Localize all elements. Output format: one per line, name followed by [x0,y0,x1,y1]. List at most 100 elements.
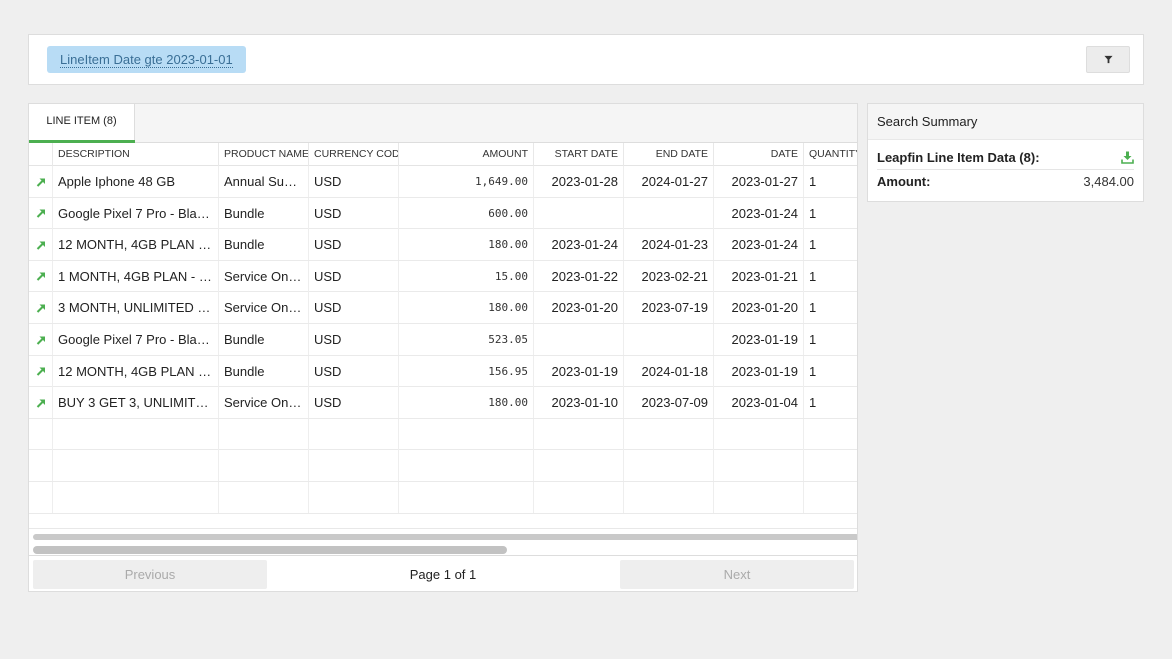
row-open-cell[interactable] [29,197,53,229]
empty-cell [219,450,309,482]
start-cell [534,324,624,355]
description-header[interactable]: DESCRIPTION [53,143,219,166]
empty-cell [714,450,804,482]
download-icon[interactable] [1121,151,1134,164]
date-cell: 2023-01-19 [714,324,804,355]
product-cell: Bundle [219,355,309,387]
empty-cell [309,418,399,450]
amount-header[interactable]: AMOUNT [399,143,534,166]
icon-column-header [29,143,53,166]
row-open-cell[interactable] [29,166,53,197]
table-row[interactable]: 1 MONTH, 4GB PLAN - SIMService Only Plan… [29,260,857,293]
amount-cell: 15.00 [399,260,534,292]
empty-cell [624,482,714,513]
quantity-header[interactable]: QUANTITY [804,143,857,166]
description-cell: Apple Iphone 48 GB [53,166,219,197]
table-row[interactable]: Google Pixel 7 Pro - Black, 128GBBundleU… [29,197,857,230]
dataset-label: Leapfin Line Item Data (8): [877,150,1040,165]
row-open-cell[interactable] [29,260,53,292]
row-open-cell[interactable] [29,355,53,387]
product-cell: Service Only Plan [219,260,309,292]
open-record-arrow-icon[interactable] [36,366,46,376]
end-cell: 2024-01-27 [624,166,714,197]
currency-cell: USD [309,355,399,387]
row-open-cell[interactable] [29,229,53,261]
description-cell: 12 MONTH, 4GB PLAN - SIM [53,355,219,387]
filter-chip-label: LineItem Date gte 2023-01-01 [60,52,233,68]
start-date-header[interactable]: START DATE [534,143,624,166]
amount-cell: 600.00 [399,197,534,229]
line-item-grid: LINE ITEM (8) DESCRIPTION PRODUCT NAME CUR… [28,103,858,592]
amount-label: Amount: [877,174,931,189]
empty-table-row [29,418,857,451]
product-cell: Bundle [219,324,309,355]
table-row[interactable]: 12 MONTH, 4GB PLAN - SIM Bundle USD 180.00 2… [29,229,857,261]
filter-button[interactable] [1086,46,1130,73]
product-cell: Annual Subscription [219,166,309,197]
summary-dataset-row: Leapfin Line Item Data (8): [877,146,1134,170]
currency-code-header[interactable]: CURRENCY CODE [309,143,399,166]
date-cell: 2023-01-24 [714,197,804,229]
start-cell: 2023-01-24 [534,229,624,261]
end-cell: 2024-01-18 [624,355,714,387]
empty-table-row [29,450,857,483]
empty-cell [624,450,714,482]
empty-cell [399,482,534,513]
row-open-cell[interactable] [29,387,53,419]
scrollbar-track [33,534,857,540]
start-cell: 2023-01-28 [534,166,624,197]
end-cell: 2024-01-23 [624,229,714,261]
table-row[interactable]: 12 MONTH, 4GB PLAN - SIM Bundle USD 156.95 2… [29,355,857,388]
previous-button[interactable]: Previous [33,560,267,589]
product-cell: Bundle [219,197,309,229]
open-record-arrow-icon[interactable] [36,271,46,282]
date-cell: 2023-01-24 [714,229,804,261]
empty-cell [29,450,53,482]
tab-line-item[interactable]: LINE ITEM (8) [29,104,135,143]
open-record-arrow-icon[interactable] [36,177,46,187]
qty-cell: 1 [804,198,857,229]
description-cell: 3 MONTH, UNLIMITED PLAN [53,292,219,324]
open-record-arrow-icon[interactable] [36,398,46,408]
description-cell: Google Pixel 7 Pro - Black, 128GB [53,324,219,355]
open-record-arrow-icon[interactable] [36,240,46,250]
empty-cell [804,419,857,450]
description-cell: 1 MONTH, 4GB PLAN - SIM [53,260,219,292]
description-cell: 12 MONTH, 4GB PLAN - SIM [53,229,219,261]
empty-cell [534,482,624,513]
scrollbar-thumb[interactable] [33,546,507,554]
open-record-arrow-icon[interactable] [36,208,46,218]
row-open-cell[interactable] [29,292,53,324]
open-record-arrow-icon[interactable] [36,303,46,313]
table-row[interactable]: 3 MONTH, UNLIMITED PLANService Only Plan… [29,292,857,325]
amount-cell: 180.00 [399,229,534,261]
end-cell [624,324,714,355]
next-button[interactable]: Next [620,560,854,589]
start-cell: 2023-01-10 [534,387,624,419]
product-name-header[interactable]: PRODUCT NAME [219,143,309,166]
filter-icon [1103,55,1113,64]
start-cell: 2023-01-19 [534,355,624,387]
pager: Previous Page 1 of 1 Next [29,555,857,591]
filter-bar: LineItem Date gte 2023-01-01 [28,34,1144,85]
date-header[interactable]: DATE [714,143,804,166]
table-row[interactable]: BUY 3 GET 3, UNLIMITED PLANService Only … [29,387,857,419]
amount-value: 3,484.00 [1083,174,1134,189]
row-open-cell[interactable] [29,324,53,355]
table-row[interactable]: Apple Iphone 48 GBAnnual SubscriptionUSD… [29,166,857,198]
end-cell [624,197,714,229]
filter-chip[interactable]: LineItem Date gte 2023-01-01 [47,46,246,73]
horizontal-scrollbar[interactable] [29,528,857,554]
empty-cell [534,418,624,450]
empty-cell [53,418,219,450]
product-cell: Service Only Plan [219,292,309,324]
summary-title: Search Summary [868,104,1143,140]
table-row[interactable]: Google Pixel 7 Pro - Black, 128GBBundleU… [29,324,857,356]
date-cell: 2023-01-19 [714,355,804,387]
amount-cell: 1,649.00 [399,166,534,197]
open-record-arrow-icon[interactable] [36,335,46,345]
empty-cell [399,418,534,450]
end-date-header[interactable]: END DATE [624,143,714,166]
amount-cell: 156.95 [399,355,534,387]
empty-cell [29,418,53,450]
